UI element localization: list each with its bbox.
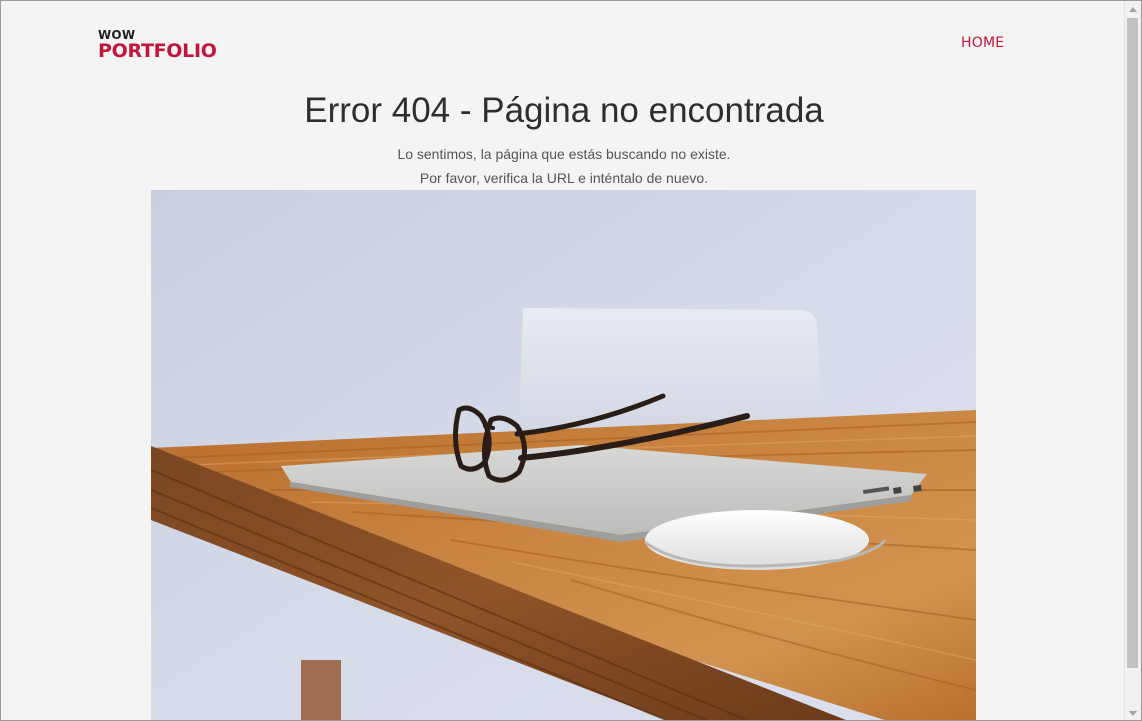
- scroll-up-arrow-icon[interactable]: [1129, 7, 1137, 12]
- scroll-down-arrow-icon[interactable]: [1129, 711, 1137, 716]
- logo-wordmark-bottom: PORTFOLIO: [98, 40, 217, 62]
- hero-image: [151, 190, 976, 720]
- vertical-scrollbar[interactable]: [1124, 1, 1141, 720]
- page-title: Error 404 - Página no encontrada: [304, 91, 824, 130]
- error-message-line-2: Por favor, verifica la URL e inténtalo d…: [419, 170, 709, 186]
- page-viewport: WOW PORTFOLIO HOME Error 404 - Página no…: [0, 0, 1142, 721]
- nav-home-link[interactable]: HOME: [961, 35, 1004, 51]
- scrollbar-thumb[interactable]: [1127, 18, 1138, 668]
- error-message-line-1: Lo sentimos, la página que estás buscand…: [397, 146, 731, 162]
- site-logo[interactable]: WOW PORTFOLIO: [98, 29, 217, 61]
